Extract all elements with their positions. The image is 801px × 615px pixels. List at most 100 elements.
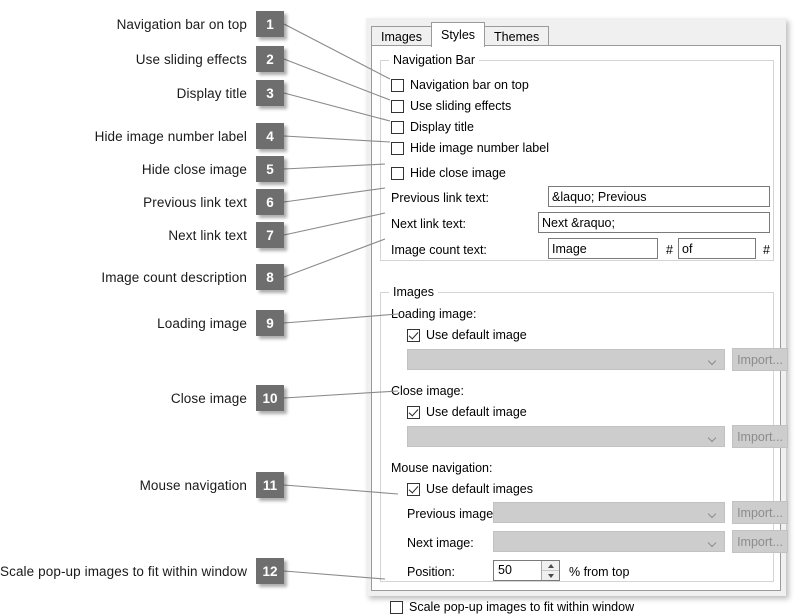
- annotation-8-label: Image count description: [101, 269, 247, 285]
- annotation-12-badge: 12: [256, 558, 284, 584]
- input-image-count-middle[interactable]: [678, 238, 756, 259]
- checkbox-label-hide-image-number-label: Hide image number label: [410, 141, 549, 155]
- checkbox-row-hide-image-number-label[interactable]: Hide image number label: [391, 140, 549, 156]
- annotation-3: Display title 3: [0, 80, 284, 106]
- annotation-4: Hide image number label 4: [0, 123, 284, 149]
- group-images-title: Images: [389, 285, 438, 299]
- checkbox-row-navigation-bar-on-top[interactable]: Navigation bar on top: [391, 77, 529, 93]
- annotation-3-label: Display title: [176, 85, 247, 101]
- checkbox-label-navigation-bar-on-top: Navigation bar on top: [410, 78, 529, 92]
- input-next-link-text[interactable]: [538, 212, 770, 233]
- label-next-link-text: Next link text:: [391, 217, 467, 231]
- checkbox-row-close-use-default-image[interactable]: Use default image: [407, 404, 527, 420]
- annotation-9: Loading image 9: [0, 310, 284, 336]
- tab-styles[interactable]: Styles: [431, 22, 486, 47]
- annotation-1-label: Navigation bar on top: [116, 16, 247, 32]
- annotation-6-badge: 6: [256, 189, 284, 215]
- combo-loading-image[interactable]: [407, 349, 725, 370]
- combo-close-image[interactable]: [407, 426, 725, 447]
- combo-next-image[interactable]: [493, 531, 725, 552]
- button-import-close-image[interactable]: Import...: [732, 425, 788, 448]
- checkbox-hide-image-number-label[interactable]: [391, 141, 404, 155]
- group-images: Images Loading image: Use default image …: [380, 285, 788, 582]
- spinner-increment-button[interactable]: [542, 561, 559, 571]
- annotation-4-label: Hide image number label: [94, 128, 247, 144]
- button-import-previous-image[interactable]: Import...: [732, 501, 788, 524]
- annotation-1: Navigation bar on top 1: [0, 11, 284, 37]
- annotation-2: Use sliding effects 2: [0, 46, 284, 72]
- annotation-2-badge: 2: [256, 46, 284, 72]
- chevron-down-icon: [709, 511, 716, 515]
- checkbox-label-scale-popup-images: Scale pop-up images to fit within window: [409, 600, 635, 614]
- checkbox-hide-close-image[interactable]: [391, 166, 404, 180]
- tab-themes[interactable]: Themes: [484, 26, 550, 47]
- annotation-6: Previous link text 6: [0, 189, 284, 215]
- spinner-position-buttons: [541, 561, 559, 580]
- label-loading-image: Loading image:: [391, 307, 477, 321]
- annotation-9-label: Loading image: [157, 315, 247, 331]
- tab-strip: Images Styles Themes: [366, 18, 786, 47]
- checkbox-label-display-title: Display title: [410, 120, 474, 134]
- checkbox-row-mouse-use-default-images[interactable]: Use default images: [407, 481, 533, 497]
- checkbox-mouse-use-default-images[interactable]: [407, 482, 420, 496]
- checkbox-label-hide-close-image: Hide close image: [410, 166, 506, 180]
- button-import-loading-image[interactable]: Import...: [732, 348, 788, 371]
- annotation-5-badge: 5: [256, 156, 284, 182]
- label-previous-link-text: Previous link text:: [391, 191, 489, 205]
- annotation-11-badge: 11: [256, 472, 284, 498]
- annotation-1-badge: 1: [256, 11, 284, 37]
- label-mouse-navigation: Mouse navigation:: [391, 461, 493, 475]
- input-image-count-prefix[interactable]: [548, 238, 658, 259]
- annotation-7-label: Next link text: [168, 227, 247, 243]
- checkbox-row-hide-close-image[interactable]: Hide close image: [391, 165, 506, 181]
- group-navigation-bar: Navigation Bar Navigation bar on top Use…: [380, 53, 774, 261]
- chevron-down-icon: [709, 435, 716, 439]
- label-next-image: Next image:: [407, 536, 474, 550]
- checkbox-row-loading-use-default-image[interactable]: Use default image: [407, 327, 527, 343]
- annotation-8: Image count description 8: [0, 264, 284, 290]
- chevron-down-icon: [709, 358, 716, 362]
- label-position: Position:: [407, 565, 455, 579]
- annotation-7-badge: 7: [256, 222, 284, 248]
- annotation-2-label: Use sliding effects: [135, 51, 247, 67]
- checkbox-use-sliding-effects[interactable]: [391, 99, 404, 113]
- spinner-position[interactable]: 50: [493, 560, 560, 581]
- spinner-decrement-button[interactable]: [542, 571, 559, 580]
- checkbox-label-use-sliding-effects: Use sliding effects: [410, 99, 512, 113]
- tab-page-styles: Navigation Bar Navigation bar on top Use…: [371, 45, 788, 614]
- annotation-12-label: Scale pop-up images to fit within window: [0, 563, 248, 579]
- tab-images[interactable]: Images: [371, 26, 432, 47]
- annotation-4-badge: 4: [256, 123, 284, 149]
- button-import-next-image[interactable]: Import...: [732, 530, 788, 553]
- label-close-image: Close image:: [391, 384, 464, 398]
- annotation-5-label: Hide close image: [141, 161, 247, 177]
- annotation-10-label: Close image: [170, 390, 247, 406]
- spinner-position-value[interactable]: 50: [494, 561, 541, 580]
- label-position-suffix: % from top: [569, 565, 630, 579]
- annotation-7: Next link text 7: [0, 222, 284, 248]
- annotation-6-label: Previous link text: [143, 194, 247, 210]
- annotation-10: Close image 10: [0, 385, 284, 411]
- checkbox-scale-popup-images[interactable]: [390, 600, 403, 614]
- annotation-11: Mouse navigation 11: [0, 472, 284, 498]
- checkbox-loading-use-default-image[interactable]: [407, 328, 420, 342]
- hash-separator-2: #: [763, 243, 770, 257]
- checkbox-close-use-default-image[interactable]: [407, 405, 420, 419]
- annotation-5: Hide close image 5: [0, 156, 284, 182]
- checkbox-display-title[interactable]: [391, 120, 404, 134]
- annotation-12: Scale pop-up images to fit within window…: [0, 558, 284, 584]
- label-image-count-text: Image count text:: [391, 243, 487, 257]
- group-navigation-bar-title: Navigation Bar: [389, 53, 479, 67]
- combo-previous-image[interactable]: [493, 502, 725, 523]
- annotation-9-badge: 9: [256, 310, 284, 336]
- annotation-8-badge: 8: [256, 264, 284, 290]
- annotation-10-badge: 10: [256, 385, 284, 411]
- checkbox-label-mouse-use-default-images: Use default images: [426, 482, 534, 496]
- checkbox-row-use-sliding-effects[interactable]: Use sliding effects: [391, 98, 511, 114]
- checkbox-label-loading-use-default-image: Use default image: [426, 328, 527, 342]
- checkbox-navigation-bar-on-top[interactable]: [391, 78, 404, 92]
- checkbox-row-display-title[interactable]: Display title: [391, 119, 474, 135]
- hash-separator-1: #: [666, 243, 673, 257]
- label-previous-image: Previous image:: [407, 507, 497, 521]
- input-previous-link-text[interactable]: [548, 186, 770, 207]
